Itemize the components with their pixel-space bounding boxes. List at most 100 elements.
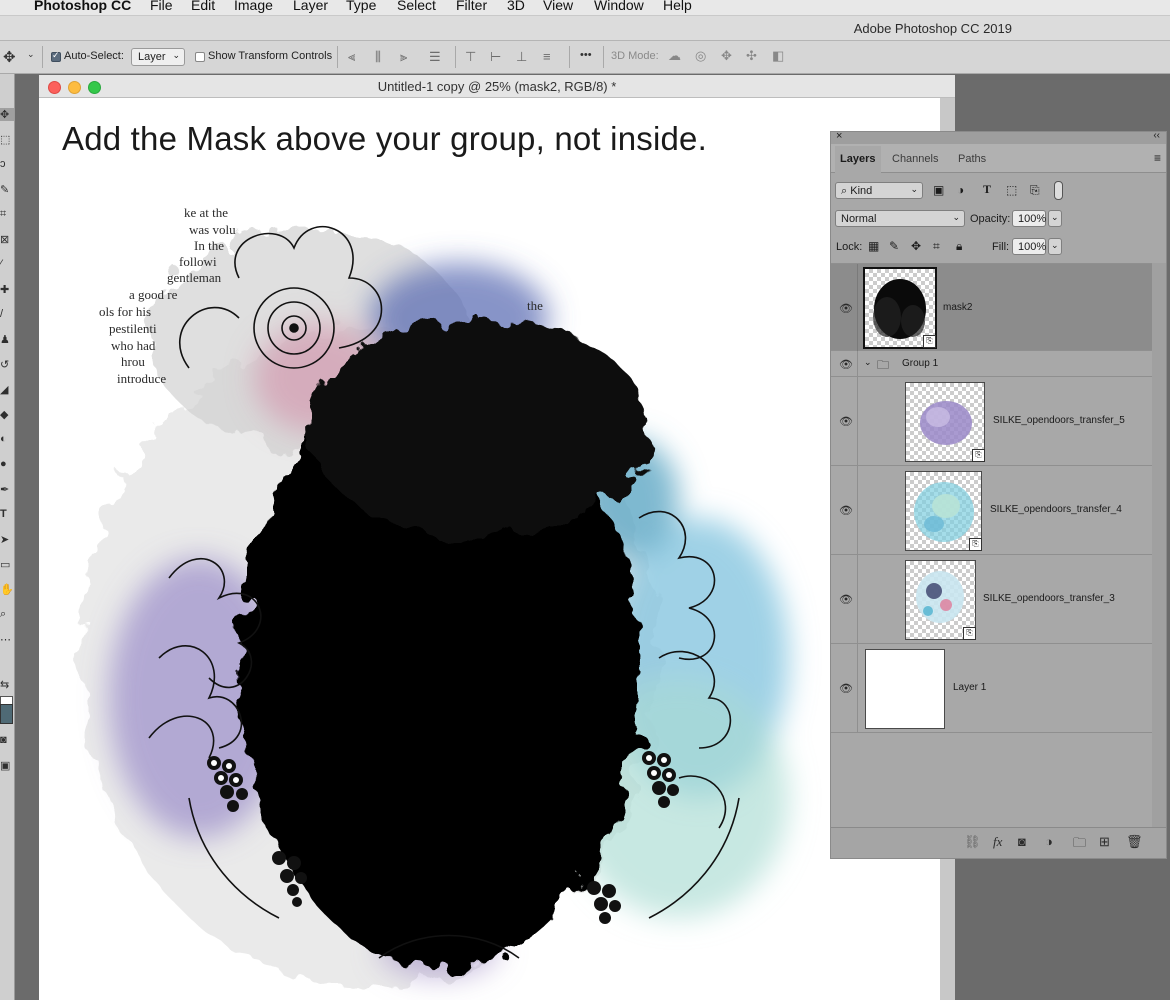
lock-position-icon[interactable]: ✥	[911, 239, 921, 253]
quick-mask-icon[interactable]: ◙	[0, 734, 14, 746]
layer-row-layer-1[interactable]: 👁︎ Layer 1	[831, 644, 1152, 733]
trash-icon[interactable]: 🗑︎	[1126, 834, 1143, 850]
auto-select-target-dropdown[interactable]: Layer ⌄	[131, 48, 185, 66]
menu-layer[interactable]: Layer	[293, 0, 328, 13]
opacity-dropdown[interactable]: ⌄	[1048, 210, 1062, 227]
align-left-icon[interactable]: ⫷	[348, 49, 355, 65]
layer-name[interactable]: Layer 1	[953, 682, 986, 693]
frame-tool-icon[interactable]: ⊠	[0, 233, 14, 246]
filter-smart-object-icon[interactable]: ⎘	[1030, 183, 1040, 198]
close-icon[interactable]: ×	[836, 130, 842, 142]
layer-row-transfer-4[interactable]: 👁︎ ⎘ SILKE_opendoors_transfer_4	[831, 466, 1152, 555]
align-top-icon[interactable]: ⊤	[465, 49, 476, 65]
menu-image[interactable]: Image	[234, 0, 273, 13]
zoom-tool-icon[interactable]: ⌕	[0, 608, 14, 621]
history-brush-tool-icon[interactable]: ↺	[0, 358, 14, 371]
move-tool-icon[interactable]: ✥	[0, 108, 14, 121]
visibility-eye-icon[interactable]: 👁︎	[839, 682, 853, 695]
layer-row-group-1[interactable]: 👁︎ ⌄ 🗀︎ Group 1	[831, 351, 1152, 377]
blur-tool-icon[interactable]: ◐	[0, 433, 14, 445]
adjustment-layer-icon[interactable]: ◑	[1045, 834, 1053, 849]
add-mask-icon[interactable]: ◙	[1018, 834, 1026, 849]
auto-select-checkbox[interactable]	[51, 50, 61, 62]
path-select-tool-icon[interactable]: ➤	[0, 533, 14, 546]
eraser-tool-icon[interactable]: ◢	[0, 383, 14, 396]
3d-slide-icon[interactable]: ✣	[746, 48, 757, 64]
layer-name[interactable]: SILKE_opendoors_transfer_3	[983, 593, 1115, 604]
filter-pixel-icon[interactable]: ▣	[933, 183, 944, 197]
layer-name[interactable]: Group 1	[902, 358, 938, 369]
filter-adjustment-icon[interactable]: ◑	[957, 183, 964, 197]
new-group-icon[interactable]: 🗀︎	[1073, 834, 1086, 856]
eyedropper-tool-icon[interactable]: ⁄	[0, 258, 14, 270]
filter-shape-icon[interactable]: ⬚	[1006, 183, 1017, 197]
visibility-eye-icon[interactable]: 👁︎	[839, 415, 853, 428]
chevron-down-icon[interactable]: ⌄	[27, 49, 35, 60]
menu-edit[interactable]: Edit	[191, 0, 215, 13]
foreground-color-swatch[interactable]	[0, 704, 13, 724]
lock-artboard-icon[interactable]: ⌗	[933, 239, 940, 254]
opacity-field[interactable]: 100%	[1012, 210, 1046, 227]
filter-kind-dropdown[interactable]: ⌕ Kind ⌄	[835, 182, 923, 199]
type-tool-icon[interactable]: T	[0, 508, 14, 520]
layer-name[interactable]: SILKE_opendoors_transfer_5	[993, 415, 1125, 426]
3d-pan-icon[interactable]: ✥	[721, 48, 732, 64]
move-tool-icon[interactable]: ✥	[3, 48, 16, 66]
3d-scale-icon[interactable]: ◧	[772, 48, 784, 64]
healing-brush-tool-icon[interactable]: ✚	[0, 283, 14, 296]
shape-tool-icon[interactable]: ▭	[0, 558, 14, 571]
3d-roll-icon[interactable]: ◎	[695, 48, 706, 64]
tab-paths[interactable]: Paths	[958, 153, 986, 165]
distribute-vertical-icon[interactable]: ≡	[543, 49, 551, 64]
layer-name[interactable]: SILKE_opendoors_transfer_4	[990, 504, 1122, 515]
fill-field[interactable]: 100%	[1012, 238, 1046, 255]
collapse-icon[interactable]: ‹‹	[1153, 130, 1160, 141]
menu-help[interactable]: Help	[663, 0, 692, 13]
new-layer-icon[interactable]: ⊞	[1099, 834, 1110, 850]
lock-transparency-icon[interactable]: ▦	[868, 239, 879, 253]
menu-type[interactable]: Type	[346, 0, 376, 13]
blend-mode-dropdown[interactable]: Normal ⌄	[835, 210, 965, 227]
brush-tool-icon[interactable]: /	[0, 308, 14, 320]
layers-scrollbar[interactable]	[1152, 263, 1166, 828]
menu-3d[interactable]: 3D	[507, 0, 525, 13]
menu-select[interactable]: Select	[397, 0, 436, 13]
marquee-tool-icon[interactable]: ⬚	[0, 133, 14, 146]
3d-orbit-icon[interactable]: ☁	[668, 48, 681, 64]
panel-menu-icon[interactable]: ≡	[1154, 151, 1161, 165]
more-options-button[interactable]: •••	[580, 49, 592, 61]
quick-select-tool-icon[interactable]: ✎	[0, 183, 14, 196]
swap-colors-icon[interactable]: ⇆	[0, 678, 14, 691]
menu-filter[interactable]: Filter	[456, 0, 487, 13]
fx-icon[interactable]: fx	[993, 834, 1002, 850]
more-tools-icon[interactable]: ⋯	[0, 633, 14, 646]
menu-app-name[interactable]: Photoshop CC	[34, 0, 131, 13]
link-layers-icon[interactable]: ⛓︎	[964, 834, 981, 850]
pen-tool-icon[interactable]: ✒	[0, 483, 14, 496]
stamp-tool-icon[interactable]: ♟	[0, 333, 14, 346]
tab-layers[interactable]: Layers	[840, 153, 875, 165]
crop-tool-icon[interactable]: ⌗	[0, 208, 14, 221]
tab-channels[interactable]: Channels	[892, 153, 938, 165]
lock-all-icon[interactable]: 🔒︎	[956, 239, 962, 254]
filter-toggle[interactable]	[1054, 181, 1063, 200]
menu-file[interactable]: File	[150, 0, 173, 13]
visibility-eye-icon[interactable]: 👁︎	[839, 358, 853, 371]
align-center-icon[interactable]: ⫼	[375, 49, 381, 65]
dodge-tool-icon[interactable]: ●	[0, 458, 14, 470]
layer-row-transfer-5[interactable]: 👁︎ ⎘ SILKE_opendoors_transfer_5	[831, 377, 1152, 466]
layer-row-transfer-3[interactable]: 👁︎ ⎘ SILKE_opendoors_transfer_3	[831, 555, 1152, 644]
filter-type-icon[interactable]: T	[983, 182, 991, 197]
lasso-tool-icon[interactable]: ↄ	[0, 158, 14, 170]
fill-dropdown[interactable]: ⌄	[1048, 238, 1062, 255]
align-middle-icon[interactable]: ⊢	[490, 49, 501, 65]
visibility-eye-icon[interactable]: 👁︎	[839, 504, 853, 517]
lock-pixels-icon[interactable]: ✎	[889, 239, 899, 253]
menu-window[interactable]: Window	[594, 0, 644, 13]
visibility-eye-icon[interactable]: 👁︎	[839, 593, 853, 606]
align-right-icon[interactable]: ⫸	[400, 49, 407, 65]
distribute-icon[interactable]: ☰	[429, 49, 441, 65]
layer-name[interactable]: mask2	[943, 302, 972, 313]
canvas[interactable]: Add the Mask above your group, not insid…	[39, 98, 940, 1000]
visibility-eye-icon[interactable]: 👁︎	[839, 302, 853, 315]
